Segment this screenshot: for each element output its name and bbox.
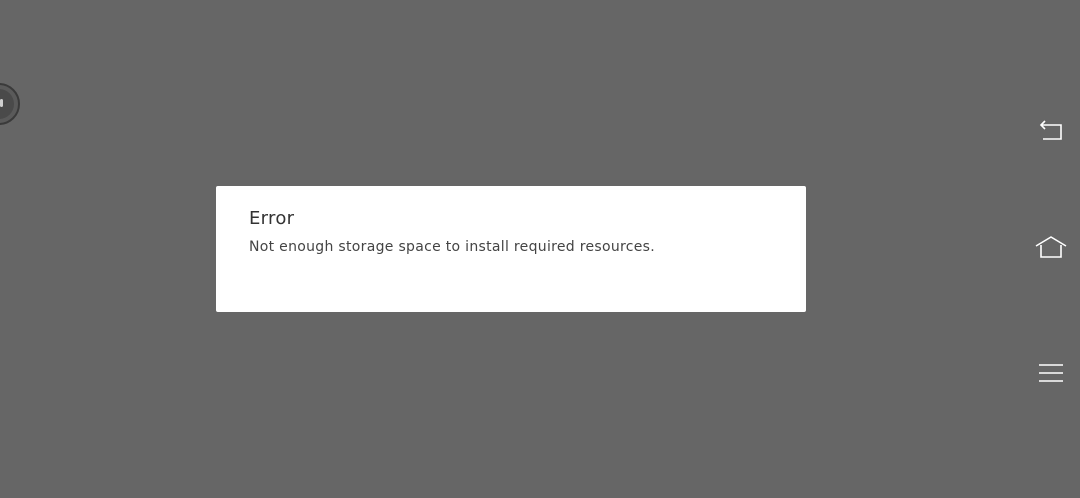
dialog-message: Not enough storage space to install requ… bbox=[249, 239, 656, 255]
home-button[interactable] bbox=[1034, 230, 1068, 264]
navigation-bar bbox=[1020, 0, 1080, 498]
back-icon bbox=[1039, 120, 1062, 140]
home-icon bbox=[1035, 236, 1067, 258]
pause-icon bbox=[0, 89, 14, 119]
dialog-title: Error bbox=[249, 208, 295, 229]
floating-pause-button[interactable] bbox=[0, 83, 20, 125]
menu-button[interactable] bbox=[1034, 356, 1068, 390]
app-screen: Error Not enough storage space to instal… bbox=[0, 0, 1080, 498]
error-dialog: Error Not enough storage space to instal… bbox=[216, 186, 806, 312]
back-button[interactable] bbox=[1034, 114, 1068, 148]
menu-icon bbox=[1039, 364, 1063, 382]
